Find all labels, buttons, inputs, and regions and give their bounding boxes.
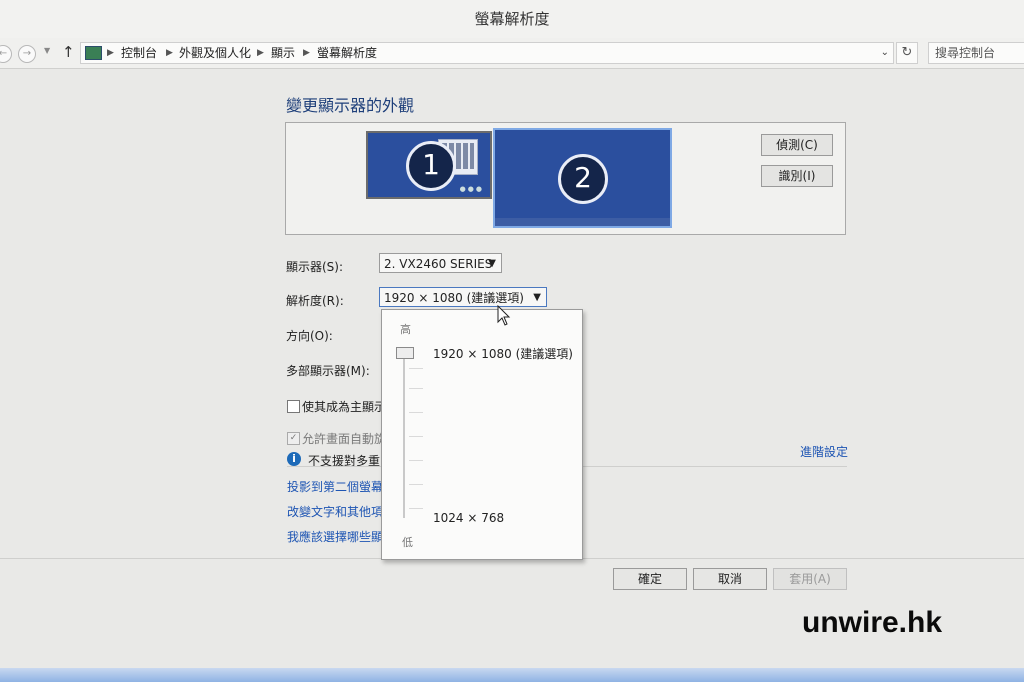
multi-display-label: 多部顯示器(M): (286, 364, 370, 378)
search-placeholder: 搜尋控制台 (935, 46, 996, 60)
high-label: 高 (400, 323, 411, 336)
address-bar: ← → ▼ ↑ ▶ 控制台 ▶ 外觀及個人化 ▶ 顯示 ▶ 螢幕解析度 ⌄ ↻ … (0, 38, 1024, 69)
cancel-button[interactable]: 取消 (693, 568, 767, 590)
crumb-control-panel[interactable]: 控制台 (121, 43, 157, 63)
slider-tick (409, 508, 423, 509)
advanced-settings-link[interactable]: 進階設定 (800, 443, 848, 460)
monitor-1-number: 1 (406, 141, 456, 191)
page-title: 變更顯示器的外觀 (286, 96, 415, 115)
monitor-taskbar (495, 218, 670, 226)
detect-button[interactable]: 偵測(C) (761, 134, 833, 156)
orientation-label: 方向(O): (286, 329, 333, 343)
chevron-down-icon: ▼ (488, 258, 496, 269)
crumb-appearance[interactable]: 外觀及個人化 (179, 43, 251, 63)
slider-tick (409, 484, 423, 485)
recent-pages-icon[interactable]: ▼ (44, 46, 50, 55)
up-arrow-icon[interactable]: ↑ (62, 43, 75, 61)
identify-button[interactable]: 識別(I) (761, 165, 833, 187)
info-icon: i (287, 452, 301, 466)
project-second-screen-link[interactable]: 投影到第二個螢幕 (287, 478, 383, 495)
monitor-1-thumbnail[interactable]: 1 ●●● (366, 131, 492, 199)
monitor-2-thumbnail[interactable]: 2 (493, 128, 672, 228)
top-resolution-option[interactable]: 1920 × 1080 (建議選項) (433, 345, 573, 362)
low-label: 低 (402, 536, 413, 549)
display-select[interactable]: 2. VX2460 SERIES ▼ (379, 253, 502, 273)
resolution-select[interactable]: 1920 × 1080 (建議選項) ▼ (379, 287, 547, 307)
apply-button[interactable]: 套用(A) (773, 568, 847, 590)
desktop-edge (0, 668, 1024, 682)
slider-tick (409, 412, 423, 413)
crumb-separator-icon: ▶ (107, 48, 114, 58)
chevron-down-icon: ▼ (533, 292, 541, 303)
which-settings-link[interactable]: 我應該選擇哪些顯 (287, 528, 383, 545)
crumb-display[interactable]: 顯示 (271, 43, 295, 63)
text-size-link[interactable]: 改變文字和其他項 (287, 503, 383, 520)
resolution-dropdown: 高 1920 × 1080 (建議選項) 1024 × 768 低 (381, 309, 583, 560)
ok-button[interactable]: 確定 (613, 568, 687, 590)
slider-tick (409, 368, 423, 369)
mouse-cursor-icon (497, 305, 511, 326)
window-title: 螢幕解析度 (474, 10, 550, 28)
make-main-display-label: 使其成為主顯示 (302, 400, 387, 414)
resolution-slider-thumb[interactable] (396, 347, 414, 359)
chevron-down-icon[interactable]: ⌄ (881, 43, 889, 63)
make-main-display-checkbox[interactable] (287, 400, 300, 413)
crumb-screen-resolution[interactable]: 螢幕解析度 (317, 43, 377, 63)
refresh-button[interactable]: ↻ (896, 42, 918, 64)
slider-tick (409, 388, 423, 389)
resolution-label: 解析度(R): (286, 294, 344, 308)
watermark-logo: unwire.hk (802, 606, 943, 639)
resolution-select-value: 1920 × 1080 (建議選項) (384, 291, 524, 305)
crumb-separator-icon: ▶ (166, 48, 173, 58)
monitor-2-number: 2 (558, 154, 608, 204)
breadcrumb[interactable]: ▶ 控制台 ▶ 外觀及個人化 ▶ 顯示 ▶ 螢幕解析度 ⌄ (80, 42, 894, 64)
control-panel-icon (85, 46, 102, 60)
search-input[interactable]: 搜尋控制台 (928, 42, 1024, 64)
bottom-resolution-option[interactable]: 1024 × 768 (433, 511, 504, 525)
window-titlebar: 螢幕解析度 (0, 0, 1024, 38)
resolution-slider-track[interactable] (403, 354, 405, 518)
slider-tick (409, 436, 423, 437)
crumb-separator-icon: ▶ (303, 48, 310, 58)
forward-button[interactable]: → (18, 45, 36, 63)
back-button[interactable]: ← (0, 45, 12, 63)
display-select-value: 2. VX2460 SERIES (384, 257, 493, 271)
monitor-dots-icon: ●●● (459, 185, 484, 193)
display-label: 顯示器(S): (286, 260, 344, 274)
monitor-arrangement-panel: 1 ●●● 2 偵測(C) 識別(I) (285, 122, 846, 235)
crumb-separator-icon: ▶ (257, 48, 264, 58)
auto-rotate-checkbox[interactable]: ✓ (287, 432, 300, 445)
auto-rotate-label: 允許畫面自動旋 (302, 432, 387, 446)
slider-tick (409, 460, 423, 461)
